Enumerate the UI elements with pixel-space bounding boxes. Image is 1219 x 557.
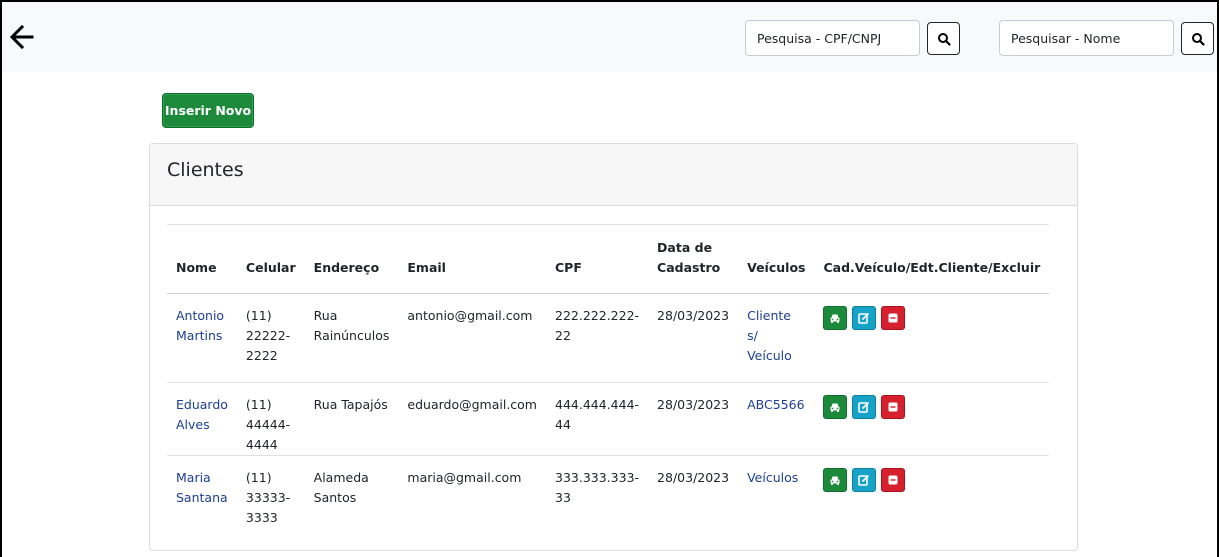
column-header-nome: Nome [176, 260, 217, 275]
insert-new-button[interactable]: Inserir Novo [162, 93, 254, 128]
arrow-left-icon[interactable] [8, 22, 36, 52]
cell-cpf: 444.444.444-44 [555, 397, 640, 432]
edit-client-button[interactable] [852, 468, 877, 492]
cell-data-cadastro: 28/03/2023 [657, 470, 730, 485]
add-vehicle-button[interactable] [823, 395, 848, 419]
cell-cpf: 333.333.333-33 [555, 470, 640, 505]
vehicles-link[interactable]: Cliente s/ Veículo [747, 308, 792, 363]
edit-client-button[interactable] [852, 395, 877, 419]
delete-icon [888, 313, 898, 323]
column-header-data-cadastro: Data de Cadastro [657, 240, 721, 275]
cell-celular: (11) 44444-4444 [245, 397, 291, 452]
cell-celular: (11) 33333-3333 [245, 470, 291, 525]
table-row: Antonio Martins (11) 22222-2222 Rua Rain… [167, 294, 1050, 383]
car-icon [830, 314, 840, 323]
cell-email: eduardo@gmail.com [407, 397, 537, 412]
edit-icon [858, 474, 870, 486]
column-header-email: Email [407, 260, 446, 275]
vehicles-link[interactable]: ABC5566 [747, 397, 804, 412]
search-cpf-button[interactable] [927, 22, 960, 55]
search-name-input[interactable] [999, 20, 1174, 56]
delete-icon [888, 475, 898, 485]
cell-endereco: Alameda Santos [313, 470, 369, 505]
delete-icon [888, 402, 898, 412]
search-icon [1191, 32, 1205, 46]
clients-card: Clientes Nome Celular Endereço Email CPF… [149, 143, 1078, 551]
cell-endereco: Rua Rainúnculos [313, 308, 390, 343]
search-cpf-input[interactable] [745, 20, 920, 56]
delete-client-button[interactable] [881, 395, 906, 419]
delete-client-button[interactable] [881, 306, 906, 330]
edit-client-button[interactable] [852, 306, 877, 330]
column-header-endereco: Endereço [313, 260, 380, 275]
cell-cpf: 222.222.222-22 [555, 308, 640, 343]
client-name-link[interactable]: Eduardo Alves [176, 397, 228, 432]
table-header-row: Nome Celular Endereço Email CPF Data de … [167, 224, 1050, 294]
row-actions [823, 468, 1040, 492]
column-header-veiculos: Veículos [747, 260, 806, 275]
column-header-acoes: Cad.Veículo/Edt.Cliente/Excluir [823, 260, 1041, 275]
row-actions [823, 395, 1040, 419]
client-name-link[interactable]: Maria Santana [176, 470, 228, 505]
add-vehicle-button[interactable] [823, 468, 848, 492]
cell-email: antonio@gmail.com [407, 308, 533, 323]
column-header-cpf: CPF [555, 260, 582, 275]
edit-icon [858, 401, 870, 413]
car-icon [830, 476, 840, 485]
cell-celular: (11) 22222-2222 [245, 308, 291, 363]
column-header-celular: Celular [245, 260, 296, 275]
add-vehicle-button[interactable] [823, 306, 848, 330]
car-icon [830, 403, 840, 412]
card-title: Clientes [167, 159, 244, 181]
cell-data-cadastro: 28/03/2023 [657, 308, 730, 323]
cell-email: maria@gmail.com [407, 470, 522, 485]
table-row: Eduardo Alves (11) 44444-4444 Rua Tapajó… [167, 383, 1050, 456]
cell-data-cadastro: 28/03/2023 [657, 397, 730, 412]
search-name-button[interactable] [1181, 22, 1214, 55]
table-row: Maria Santana (11) 33333-3333 Alameda Sa… [167, 456, 1049, 529]
row-actions [823, 306, 1040, 330]
card-header: Clientes [150, 144, 1077, 206]
edit-icon [858, 312, 870, 324]
vehicles-link[interactable]: Veículos [747, 470, 798, 485]
cell-endereco: Rua Tapajós [313, 397, 388, 412]
top-bar [2, 2, 1217, 72]
clients-table: Nome Celular Endereço Email CPF Data de … [167, 224, 1050, 529]
search-icon [937, 32, 951, 46]
client-name-link[interactable]: Antonio Martins [176, 308, 224, 343]
delete-client-button[interactable] [881, 468, 906, 492]
